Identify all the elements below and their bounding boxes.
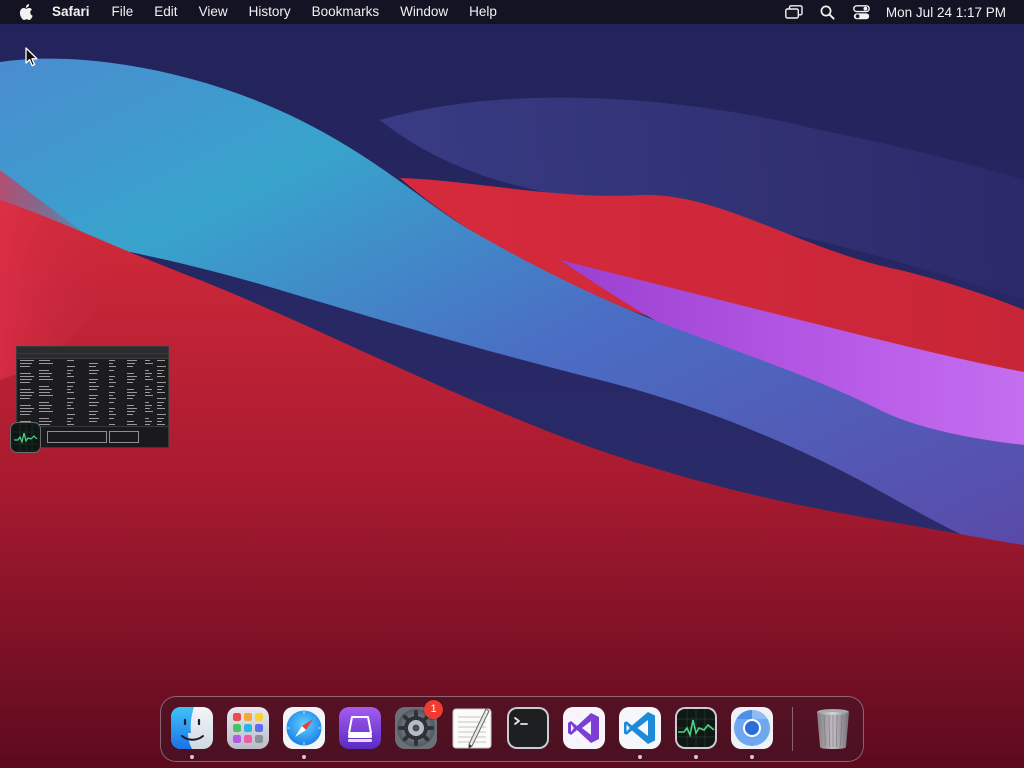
- dock-item-launchpad[interactable]: [226, 706, 270, 750]
- dock-separator: [792, 707, 793, 751]
- finder-icon: [171, 707, 213, 749]
- dock-item-activity-monitor[interactable]: [674, 706, 718, 759]
- activity-monitor-icon[interactable]: [10, 422, 41, 453]
- dock-item-visual-studio[interactable]: [562, 706, 606, 750]
- dock-item-apple-configurator[interactable]: [338, 706, 382, 750]
- visual-studio-icon: [563, 707, 605, 749]
- dock-item-vscode[interactable]: [618, 706, 662, 759]
- configurator-icon: [339, 707, 381, 749]
- menu-view[interactable]: View: [199, 0, 228, 24]
- menu-file[interactable]: File: [112, 0, 134, 24]
- launchpad-icon: [227, 707, 269, 749]
- load-graph: [109, 431, 139, 443]
- cpu-graph: [47, 431, 107, 443]
- mouse-pointer-icon: [25, 47, 38, 67]
- notification-badge: 1: [424, 700, 443, 719]
- safari-icon: [283, 707, 325, 749]
- desktop[interactable]: Safari File Edit View History Bookmarks …: [0, 0, 1024, 768]
- dock-item-finder[interactable]: [170, 706, 214, 759]
- textedit-icon: [452, 708, 492, 749]
- running-indicator: [750, 755, 754, 759]
- dock-item-safari[interactable]: [282, 706, 326, 759]
- chromium-icon: [731, 707, 773, 749]
- activity-monitor-icon: [675, 707, 717, 749]
- running-indicator: [302, 755, 306, 759]
- spotlight-search-icon[interactable]: [818, 2, 838, 22]
- screen-mirroring-icon[interactable]: [784, 2, 804, 22]
- process-table: [17, 359, 168, 429]
- terminal-icon: [507, 707, 549, 749]
- dock: 1: [160, 696, 864, 762]
- running-indicator: [694, 755, 698, 759]
- menu-help[interactable]: Help: [469, 0, 497, 24]
- running-indicator: [190, 755, 194, 759]
- dock-item-trash[interactable]: [811, 706, 855, 750]
- control-center-icon[interactable]: [852, 2, 872, 22]
- menu-bar: Safari File Edit View History Bookmarks …: [0, 0, 1024, 24]
- menu-history[interactable]: History: [249, 0, 291, 24]
- dock-item-chromium[interactable]: [730, 706, 774, 759]
- menu-app-name[interactable]: Safari: [52, 0, 90, 24]
- menu-edit[interactable]: Edit: [154, 0, 177, 24]
- menu-bookmarks[interactable]: Bookmarks: [312, 0, 380, 24]
- dock-item-terminal[interactable]: [506, 706, 550, 750]
- menu-window[interactable]: Window: [400, 0, 448, 24]
- running-indicator: [638, 755, 642, 759]
- window-titlebar: [17, 347, 168, 354]
- dock-item-textedit[interactable]: [450, 706, 494, 750]
- vscode-icon: [619, 707, 661, 749]
- menu-bar-clock[interactable]: Mon Jul 24 1:17 PM: [886, 5, 1006, 20]
- trash-icon: [817, 709, 849, 749]
- apple-menu-icon[interactable]: [18, 3, 34, 21]
- dock-item-system-preferences[interactable]: 1: [394, 700, 443, 750]
